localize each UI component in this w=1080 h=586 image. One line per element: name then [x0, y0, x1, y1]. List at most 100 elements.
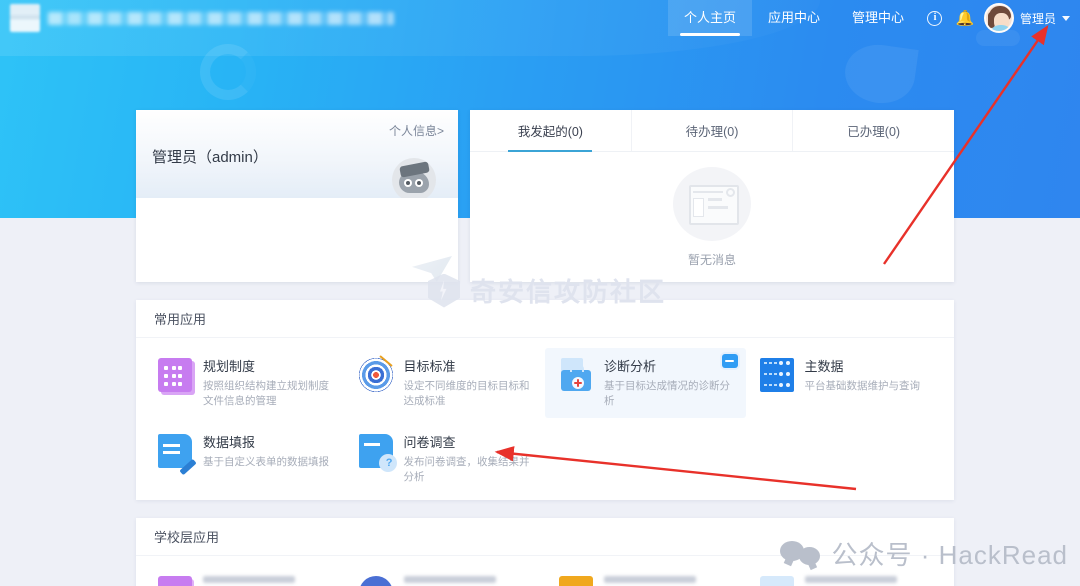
owl-graduate-icon — [392, 158, 436, 202]
nav-item-admin-center[interactable]: 管理中心 — [836, 0, 920, 36]
common-apps-section: 常用应用 规划制度 按照组织结构建立规划制度文件信息的管理 目标标准 设定不同维… — [136, 300, 954, 500]
brand-area — [0, 0, 394, 36]
app-meta: 规划制度 按照组织结构建立规划制度文件信息的管理 — [203, 358, 329, 408]
app-name: 数据填报 — [203, 435, 256, 451]
brand-logo-redacted — [10, 4, 40, 32]
app-meta: 数据填报 基于自定义表单的数据填报 — [203, 434, 329, 470]
kit-cross — [572, 377, 584, 389]
nav-item-app-center[interactable]: 应用中心 — [752, 0, 836, 36]
app-name: 规划制度 — [203, 359, 256, 374]
lightblue-app-icon — [759, 576, 794, 586]
avatar-body — [989, 25, 1012, 31]
school-app-item[interactable] — [144, 568, 345, 586]
blue-app-icon — [358, 576, 393, 586]
empty-icon-line — [693, 190, 723, 193]
planning-document-icon — [158, 358, 192, 392]
school-app-name-blurred — [604, 576, 696, 583]
empty-icon-line — [708, 197, 722, 201]
tab-pending[interactable]: 待办理(0) — [630, 110, 793, 151]
common-apps-grid: 规划制度 按照组织结构建立规划制度文件信息的管理 目标标准 设定不同维度的目标目… — [136, 338, 954, 495]
nav-label: 管理中心 — [851, 10, 904, 25]
school-app-meta — [804, 576, 897, 586]
profile-card-top: 个人信息> 管理员（admin） — [136, 110, 458, 202]
school-apps-grid — [136, 556, 954, 586]
tab-processed[interactable]: 已办理(0) — [792, 110, 954, 151]
orange-app-icon — [559, 576, 593, 586]
app-desc: 基于自定义表单的数据填报 — [203, 456, 329, 468]
user-menu[interactable]: 管理员 — [980, 0, 1080, 36]
kit-handle — [570, 365, 584, 372]
owl-eye-right — [415, 179, 423, 187]
avatar — [983, 3, 1014, 33]
banner-circle-decoration — [200, 44, 256, 100]
school-app-name-blurred — [403, 576, 496, 583]
profile-card: 个人信息> 管理员（admin） — [136, 110, 458, 282]
app-desc: 平台基础数据维护与查询 — [804, 379, 921, 392]
app-item-questionnaire[interactable]: ? 问卷调查 发布问卷调查，收集结果并分析 — [345, 424, 546, 494]
app-desc: 按照组织结构建立规划制度文件信息的管理 — [203, 379, 329, 407]
app-item-diagnostic-analysis[interactable]: 诊断分析 基于目标达成情况的诊断分析 — [545, 348, 746, 419]
paper-plane-decoration — [412, 256, 452, 282]
empty-icon-line — [708, 205, 728, 209]
school-app-meta — [203, 576, 295, 586]
purple-app-icon — [158, 576, 192, 586]
app-name: 诊断分析 — [604, 359, 657, 374]
tab-label: 我发起的(0) — [517, 125, 583, 139]
tab-initiated-by-me[interactable]: 我发起的(0) — [470, 110, 631, 151]
nav-label: 个人主页 — [683, 10, 736, 25]
app-meta: 问卷调查 发布问卷调查，收集结果并分析 — [404, 434, 530, 484]
page-root: 个人主页 应用中心 管理中心 i 🔔 管理员 个人信息> 管理员（admin） … — [0, 0, 1080, 586]
app-item-planning[interactable]: 规划制度 按照组织结构建立规划制度文件信息的管理 — [144, 348, 345, 418]
school-app-name-blurred — [804, 576, 897, 583]
empty-icon-dot — [726, 187, 735, 197]
nav-item-personal-home[interactable]: 个人主页 — [667, 0, 752, 36]
personal-info-link[interactable]: 个人信息> — [389, 122, 444, 139]
common-apps-title: 常用应用 — [136, 300, 954, 338]
app-desc: 设定不同维度的目标目标和达成标准 — [403, 379, 530, 407]
target-icon — [358, 358, 393, 392]
app-name: 目标标准 — [403, 359, 456, 374]
tab-label: 待办理(0) — [685, 125, 739, 139]
chevron-down-icon — [1062, 15, 1070, 21]
top-navigation-bar: 个人主页 应用中心 管理中心 i 🔔 管理员 — [0, 0, 1080, 36]
banner-leaf-decoration — [841, 40, 919, 108]
nav-label: 应用中心 — [767, 10, 820, 25]
app-item-master-data[interactable]: 主数据 平台基础数据维护与查询 — [746, 348, 947, 418]
app-desc: 发布问卷调查，收集结果并分析 — [403, 456, 530, 483]
question-mark-glyph: ? — [385, 457, 393, 470]
todo-tabs: 我发起的(0) 待办理(0) 已办理(0) — [470, 110, 954, 152]
app-item-target-standard[interactable]: 目标标准 设定不同维度的目标目标和达成标准 — [345, 348, 546, 418]
app-meta: 目标标准 设定不同维度的目标目标和达成标准 — [404, 358, 530, 408]
app-meta: 诊断分析 基于目标达成情况的诊断分析 — [604, 358, 730, 408]
app-desc: 基于目标达成情况的诊断分析 — [604, 379, 730, 407]
app-meta: 主数据 平台基础数据维护与查询 — [805, 358, 921, 394]
school-app-item[interactable] — [746, 568, 947, 586]
school-apps-title: 学校层应用 — [136, 518, 954, 556]
brand-title-redacted — [48, 11, 394, 25]
tab-label: 已办理(0) — [847, 125, 901, 139]
bell-icon[interactable]: 🔔 — [950, 0, 980, 36]
remove-app-badge[interactable] — [721, 354, 738, 368]
database-icon — [759, 358, 794, 392]
todo-card: 我发起的(0) 待办理(0) 已办理(0) 暂无消息 — [470, 110, 954, 282]
info-icon[interactable]: i — [920, 0, 950, 36]
owl-eye-left — [404, 179, 412, 187]
profile-card-bottom — [136, 198, 458, 282]
app-name: 主数据 — [804, 359, 844, 374]
app-name: 问卷调查 — [403, 435, 456, 451]
empty-state: 暂无消息 — [470, 152, 954, 282]
user-name-label: 管理员 — [1019, 11, 1056, 26]
info-icon-glyph: i — [927, 10, 943, 26]
empty-box-icon — [673, 166, 751, 241]
school-app-item[interactable] — [545, 568, 746, 586]
bell-icon-glyph: 🔔 — [955, 9, 975, 27]
school-app-name-blurred — [203, 576, 295, 583]
app-item-data-reporting[interactable]: 数据填报 基于自定义表单的数据填报 — [144, 424, 345, 494]
school-app-item[interactable] — [345, 568, 546, 586]
school-apps-section: 学校层应用 — [136, 518, 954, 586]
school-app-meta — [604, 576, 696, 586]
medical-kit-icon — [559, 358, 593, 392]
empty-state-text: 暂无消息 — [687, 252, 736, 267]
main-nav: 个人主页 应用中心 管理中心 i 🔔 管理员 — [667, 0, 1080, 36]
school-app-meta — [403, 576, 496, 586]
